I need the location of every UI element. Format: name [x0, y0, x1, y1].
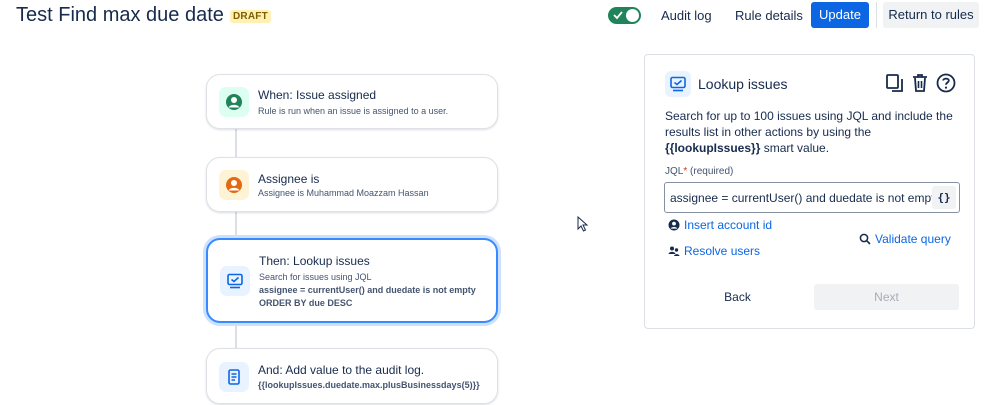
trigger-card[interactable]: When: Issue assigned Rule is run when an… [206, 74, 498, 129]
page-title: Test Find max due date [16, 4, 224, 26]
header-divider [876, 2, 877, 28]
validate-query-link[interactable]: Validate query [875, 232, 951, 246]
required-mark: * [683, 166, 688, 177]
insert-account-id-link[interactable]: Insert account id [684, 218, 772, 232]
lookup-title: Then: Lookup issues [259, 254, 370, 268]
search-icon [859, 233, 871, 245]
next-button[interactable]: Next [814, 284, 959, 310]
lookup-query-line1: assignee = currentUser() and duedate is … [259, 285, 476, 295]
flow-connector [235, 212, 237, 238]
audit-title: And: Add value to the audit log. [258, 363, 425, 377]
trigger-title: When: Issue assigned [258, 88, 377, 102]
condition-title: Assignee is [258, 172, 320, 186]
flow-connector [235, 129, 237, 157]
lookup-query-line2: ORDER BY due DESC [259, 298, 353, 308]
panel-title: Lookup issues [698, 76, 788, 92]
status-badge: DRAFT [230, 10, 271, 23]
condition-card[interactable]: Assignee is Assignee is Muhammad Moazzam… [206, 157, 498, 212]
copy-icon[interactable] [885, 72, 905, 94]
panel-description: Search for up to 100 issues using JQL an… [665, 109, 953, 155]
user-icon [219, 170, 249, 200]
check-icon [613, 11, 623, 20]
audit-value: {{lookupIssues.duedate.max.plusBusinessd… [258, 380, 480, 390]
user-circle-icon [668, 219, 680, 231]
users-icon [668, 246, 680, 256]
smart-value: {{lookupIssues}} [665, 141, 761, 155]
component-config-panel: Lookup issues Search for up to 100 issue… [644, 54, 975, 329]
condition-description: Assignee is Muhammad Moazzam Hassan [258, 188, 429, 198]
lookup-description: Search for issues using JQL [259, 272, 372, 282]
audit-log-button[interactable]: Audit log [661, 3, 712, 28]
rule-enabled-toggle[interactable] [608, 7, 641, 24]
monitor-icon [220, 266, 250, 296]
help-icon[interactable] [936, 72, 956, 94]
update-button[interactable]: Update [811, 2, 869, 28]
smart-value-braces-button[interactable]: {} [932, 186, 956, 209]
resolve-users-link[interactable]: Resolve users [684, 244, 760, 258]
return-to-rules-button[interactable]: Return to rules [883, 2, 979, 28]
back-button[interactable]: Back [665, 284, 810, 310]
jql-input-value: assignee = currentUser() and duedate is … [670, 191, 941, 205]
jql-input[interactable]: assignee = currentUser() and duedate is … [664, 182, 960, 213]
audit-log-card[interactable]: And: Add value to the audit log. {{looku… [206, 348, 498, 404]
header: Test Find max due date DRAFT Audit log R… [0, 0, 999, 32]
flow-connector [235, 323, 237, 348]
user-icon [219, 87, 249, 117]
trigger-description: Rule is run when an issue is assigned to… [258, 106, 449, 116]
lookup-issues-card[interactable]: Then: Lookup issues Search for issues us… [206, 238, 498, 323]
monitor-icon [665, 71, 691, 97]
toggle-knob [626, 9, 639, 22]
mouse-cursor-icon [577, 216, 589, 232]
document-icon [219, 362, 249, 392]
rule-details-button[interactable]: Rule details [735, 3, 803, 28]
jql-label: JQL* (required) [665, 166, 734, 177]
trash-icon[interactable] [910, 72, 930, 94]
